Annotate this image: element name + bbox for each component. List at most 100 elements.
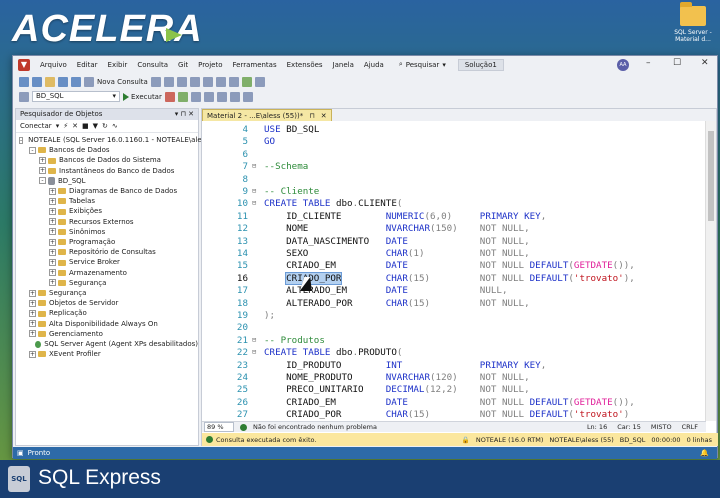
code-line[interactable]: CRIADO_POR CHAR(15) NOT NULL DEFAULT('tr… xyxy=(264,271,635,285)
code-line[interactable]: ID_PRODUTO INT PRIMARY KEY, xyxy=(264,360,546,371)
debug-icon[interactable] xyxy=(254,76,265,87)
run-icon[interactable] xyxy=(241,76,252,87)
tree-node[interactable]: + Objetos de Servidor xyxy=(16,298,198,308)
redo-icon[interactable] xyxy=(215,76,226,87)
activity-icon[interactable]: ∿ xyxy=(112,122,118,130)
tree-node[interactable]: + Bancos de Dados do Sistema xyxy=(16,155,198,165)
execute-button[interactable]: Executar xyxy=(123,92,162,101)
code-line[interactable]: CRIADO_POR CHAR(15) NOT NULL DEFAULT('tr… xyxy=(264,409,629,420)
expand-icon[interactable]: + xyxy=(29,320,36,328)
maximize-icon[interactable]: ☐ xyxy=(673,58,681,68)
tree-node[interactable]: + Repositório de Consultas xyxy=(16,247,198,257)
code-line[interactable]: -- Produtos xyxy=(264,335,325,346)
tree-node[interactable]: - NOTEALE (SQL Server 16.0.1160.1 - NOTEA… xyxy=(16,135,212,145)
expand-icon[interactable]: + xyxy=(29,350,36,358)
indent-icon[interactable] xyxy=(242,91,253,102)
pin-icon[interactable]: ⊓ xyxy=(309,112,314,120)
save-all-icon[interactable] xyxy=(71,76,81,87)
tree-node[interactable]: + Replicação xyxy=(16,308,198,318)
mdx-icon[interactable] xyxy=(150,76,161,87)
expand-icon[interactable]: + xyxy=(49,218,56,226)
menu-item-ferramentas[interactable]: Ferramentas xyxy=(228,61,282,69)
code-line[interactable]: PRECO_UNITARIO DECIMAL(12,2) NOT NULL, xyxy=(264,384,530,395)
tree-node[interactable]: + Sinônimos xyxy=(16,227,198,237)
menu-item-consulta[interactable]: Consulta xyxy=(132,61,173,69)
results-text-icon[interactable] xyxy=(216,91,227,102)
undo-icon[interactable] xyxy=(202,76,213,87)
disconnect-icon[interactable]: ✕ xyxy=(72,122,78,130)
stop-icon[interactable]: ■ xyxy=(82,122,89,130)
code-line[interactable]: NOME NVARCHAR(150) NOT NULL, xyxy=(264,223,530,234)
code-line[interactable]: DATA_NASCIMENTO DATE NOT NULL, xyxy=(264,236,530,247)
code-line[interactable]: NOME_PRODUTO NVARCHAR(120) NOT NULL, xyxy=(264,372,530,383)
tree-node[interactable]: + Diagramas de Banco de Dados xyxy=(16,186,198,196)
refresh-icon[interactable]: ↻ xyxy=(102,122,108,130)
tree-node[interactable]: + XEvent Profiler xyxy=(16,349,198,359)
expand-icon[interactable]: + xyxy=(29,289,36,297)
fold-toggle-icon[interactable]: ⊟ xyxy=(252,348,256,356)
connect-icon[interactable]: ⚡ xyxy=(63,122,68,130)
menu-item-arquivo[interactable]: Arquivo xyxy=(35,61,72,69)
tab-query[interactable]: Material 2 - ...E\aless (55))* ⊓ ✕ xyxy=(202,109,332,121)
tree-node[interactable]: + Instantâneos do Banco de Dados xyxy=(16,166,198,176)
tree-node[interactable]: SQL Server Agent (Agent XPs desabilitado… xyxy=(16,339,198,349)
paste-icon[interactable] xyxy=(189,76,200,87)
fold-toggle-icon[interactable]: ⊟ xyxy=(252,199,256,207)
close-icon[interactable]: ✕ xyxy=(701,58,709,68)
forward-icon[interactable] xyxy=(32,76,42,87)
expand-icon[interactable]: + xyxy=(49,248,56,256)
database-select[interactable]: BD_SQL ▾ xyxy=(32,91,120,102)
pin-icon[interactable]: ▾ ⊓ ✕ xyxy=(175,110,194,119)
fold-toggle-icon[interactable]: ⊟ xyxy=(252,162,256,170)
filter-icon[interactable]: ▼ xyxy=(93,122,98,130)
tree-node[interactable]: + Segurança xyxy=(16,288,198,298)
parse-icon[interactable] xyxy=(177,91,188,102)
expand-icon[interactable]: + xyxy=(49,269,56,277)
code-line[interactable]: ); xyxy=(264,310,275,321)
save-icon[interactable] xyxy=(58,76,68,87)
expand-icon[interactable]: + xyxy=(49,259,56,267)
cut-icon[interactable] xyxy=(163,76,174,87)
expand-icon[interactable]: + xyxy=(29,330,36,338)
menu-item-ajuda[interactable]: Ajuda xyxy=(359,61,389,69)
expand-icon[interactable]: + xyxy=(49,228,56,236)
tree-node[interactable]: + Tabelas xyxy=(16,196,198,206)
avatar[interactable]: AA xyxy=(617,59,629,71)
collapse-icon[interactable]: - xyxy=(39,177,46,185)
menu-item-editar[interactable]: Editar xyxy=(72,61,103,69)
expand-icon[interactable]: + xyxy=(29,299,36,307)
find-icon[interactable] xyxy=(228,76,239,87)
code-line[interactable]: ID_CLIENTE NUMERIC(6,0) PRIMARY KEY, xyxy=(264,211,546,222)
code-line[interactable]: ALTERADO_POR CHAR(15) NOT NULL, xyxy=(264,298,530,309)
collapse-icon[interactable]: - xyxy=(19,136,24,144)
menu-item-exibir[interactable]: Exibir xyxy=(103,61,133,69)
tree-node[interactable]: + Service Broker xyxy=(16,257,198,267)
stop-icon[interactable] xyxy=(164,91,175,102)
new-query-button[interactable]: Nova Consulta xyxy=(97,78,148,86)
tree-node[interactable]: + Programação xyxy=(16,237,198,247)
expand-icon[interactable]: + xyxy=(39,167,46,175)
close-tab-icon[interactable]: ✕ xyxy=(321,112,327,120)
expand-icon[interactable]: + xyxy=(39,157,46,164)
results-grid-icon[interactable] xyxy=(203,91,214,102)
code-line[interactable]: CREATE TABLE dbo.CLIENTE( xyxy=(264,198,402,209)
code-area[interactable]: 4 USE BD_SQL 5 GO 6 7 ⊟ --Schema 8 9 ⊟ -- Cliente 10… xyxy=(202,121,706,421)
tree-node[interactable]: + Armazenamento xyxy=(16,268,198,278)
new-query-icon[interactable] xyxy=(84,76,94,87)
expand-icon[interactable]: + xyxy=(49,208,56,216)
code-line[interactable]: CREATE TABLE dbo.PRODUTO( xyxy=(264,347,402,358)
menu-item-git[interactable]: Git xyxy=(173,61,193,69)
expand-icon[interactable]: + xyxy=(29,310,36,318)
open-file-icon[interactable] xyxy=(45,76,55,87)
notification-icon[interactable]: 🔔 xyxy=(700,449,709,457)
code-line[interactable]: CRIADO_EM DATE NOT NULL DEFAULT(GETDATE(… xyxy=(264,397,635,408)
code-line[interactable]: GO xyxy=(264,136,275,147)
code-line[interactable]: --Schema xyxy=(264,161,308,172)
zoom-select[interactable]: 89 % xyxy=(204,422,234,432)
menu-item-projeto[interactable]: Projeto xyxy=(193,61,227,69)
tree-node[interactable]: + Segurança xyxy=(16,278,198,288)
expand-icon[interactable]: + xyxy=(49,197,56,205)
chevron-down-icon[interactable]: ▾ xyxy=(56,122,60,130)
fold-toggle-icon[interactable]: ⊟ xyxy=(252,187,256,195)
tree-node[interactable]: + Alta Disponibilidade Always On xyxy=(16,319,198,329)
